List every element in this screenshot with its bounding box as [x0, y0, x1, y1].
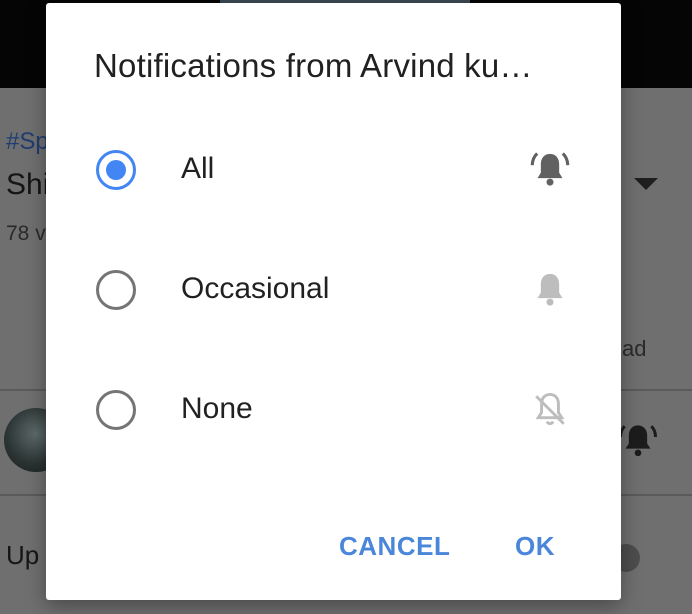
ok-button[interactable]: OK [515, 531, 555, 562]
bell-icon [537, 273, 563, 306]
option-all[interactable]: All [46, 150, 621, 260]
option-occasional[interactable]: Occasional [46, 270, 621, 380]
dialog-actions: CANCEL OK [46, 531, 621, 563]
background-video-title: Shi [6, 168, 50, 201]
option-label: Occasional [181, 272, 330, 305]
background-view-count: 78 v [6, 222, 46, 245]
bell-ringing-icon [530, 152, 570, 186]
cancel-button[interactable]: CANCEL [339, 531, 450, 562]
option-label: None [181, 392, 253, 425]
background-up-next-label: Up [6, 540, 40, 570]
dialog-title: Notifications from Arvind ku… [94, 47, 533, 84]
option-none[interactable]: None [46, 390, 621, 500]
bell-off-icon [535, 392, 565, 426]
radio-button-checked[interactable] [96, 150, 136, 190]
notification-settings-dialog: Notifications from Arvind ku… All Occasi… [46, 3, 621, 600]
radio-button[interactable] [96, 270, 136, 310]
background-hashtag: #Sp [6, 128, 49, 155]
radio-button[interactable] [96, 390, 136, 430]
background-bell-ringing-icon [619, 425, 657, 457]
expand-description-icon [634, 178, 658, 190]
option-label: All [181, 152, 215, 185]
background-ad-label: ad [622, 336, 647, 361]
